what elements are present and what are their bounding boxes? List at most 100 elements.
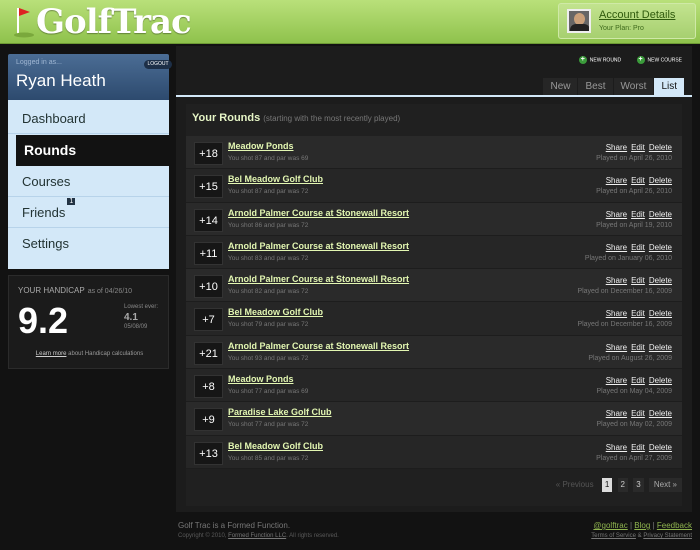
delete-link[interactable]: Delete xyxy=(649,143,672,152)
page-2-button[interactable]: 2 xyxy=(617,478,628,492)
score-diff-badge: +7 xyxy=(194,308,223,332)
share-link[interactable]: Share xyxy=(606,210,627,219)
sidebar-item-settings[interactable]: Settings xyxy=(8,228,169,259)
lowest-value: 4.1 xyxy=(124,312,138,323)
share-link[interactable]: Share xyxy=(606,409,627,418)
handicap-date: as of 04/26/10 xyxy=(87,288,133,295)
twitter-link[interactable]: @golftrac xyxy=(593,521,627,530)
learn-more-text: about Handicap calculations xyxy=(68,351,144,357)
new-round-button[interactable]: + NEW ROUND xyxy=(578,56,622,64)
edit-link[interactable]: Edit xyxy=(631,176,645,185)
course-link[interactable]: Arnold Palmer Course at Stonewall Resort xyxy=(228,208,409,218)
share-link[interactable]: Share xyxy=(606,176,627,185)
user-name: Ryan Heath xyxy=(16,71,106,90)
learn-more-link[interactable]: Learn more xyxy=(36,351,67,357)
sidebar-item-dashboard[interactable]: Dashboard xyxy=(8,103,169,134)
delete-link[interactable]: Delete xyxy=(649,409,672,418)
page-3-button[interactable]: 3 xyxy=(633,478,644,492)
row-actions: Share Edit Delete xyxy=(602,343,672,352)
panel-title-text: Your Rounds xyxy=(192,112,261,124)
terms-link[interactable]: Terms of Service xyxy=(591,533,636,539)
score-summary: You shot 77 and par was 69 xyxy=(228,388,309,396)
sidebar-item-courses[interactable]: Courses xyxy=(8,166,169,197)
course-link[interactable]: Meadow Ponds xyxy=(228,374,294,384)
played-date: Played on April 19, 2010 xyxy=(596,221,672,229)
logo-text: GolfTrac xyxy=(36,2,192,42)
view-tabs: New Best Worst List xyxy=(542,78,684,95)
share-link[interactable]: Share xyxy=(606,143,627,152)
tab-list[interactable]: List xyxy=(654,78,684,95)
tab-new[interactable]: New xyxy=(543,78,578,95)
delete-link[interactable]: Delete xyxy=(649,309,672,318)
delete-link[interactable]: Delete xyxy=(649,443,672,452)
table-row: +9 Paradise Lake Golf Club You shot 77 and… xyxy=(186,402,682,436)
share-link[interactable]: Share xyxy=(606,376,627,385)
sidebar-item-friends[interactable]: Friends1 xyxy=(8,197,169,228)
played-date: Played on April 26, 2010 xyxy=(596,188,672,196)
delete-link[interactable]: Delete xyxy=(649,276,672,285)
prev-page-button[interactable]: « Previous xyxy=(553,478,597,492)
delete-link[interactable]: Delete xyxy=(649,176,672,185)
account-box[interactable]: Account Details Your Plan: Pro xyxy=(558,3,696,39)
flag-icon xyxy=(14,8,34,38)
sidebar-item-rounds[interactable]: Rounds xyxy=(16,135,202,166)
sidebar-nav: Dashboard Rounds Courses Friends1 Settin… xyxy=(8,100,202,269)
score-summary: You shot 87 and par was 69 xyxy=(228,155,309,162)
tab-worst[interactable]: Worst xyxy=(613,78,654,95)
edit-link[interactable]: Edit xyxy=(631,243,645,252)
course-link[interactable]: Arnold Palmer Course at Stonewall Resort xyxy=(228,241,409,251)
course-link[interactable]: Meadow Ponds xyxy=(228,141,294,151)
edit-link[interactable]: Edit xyxy=(631,376,645,385)
edit-link[interactable]: Edit xyxy=(631,276,645,285)
lowest-label: Lowest ever: xyxy=(124,304,159,310)
account-details-link[interactable]: Account Details xyxy=(599,9,675,21)
delete-link[interactable]: Delete xyxy=(649,343,672,352)
learn-more: Learn more about Handicap calculations xyxy=(9,351,170,357)
footer-copyright: Copyright © 2010, Formed Function LLC. A… xyxy=(178,533,339,539)
tab-best[interactable]: Best xyxy=(578,78,613,95)
handicap-title: YOUR HANDICAP as of 04/26/10 xyxy=(18,286,132,295)
score-summary: You shot 83 and par was 72 xyxy=(228,254,309,262)
share-link[interactable]: Share xyxy=(606,243,627,252)
course-link[interactable]: Paradise Lake Golf Club xyxy=(228,407,332,417)
new-course-button[interactable]: + NEW COURSE xyxy=(636,56,682,64)
share-link[interactable]: Share xyxy=(606,343,627,352)
score-summary: You shot 85 and par was 72 xyxy=(228,454,309,462)
edit-link[interactable]: Edit xyxy=(631,409,645,418)
blog-link[interactable]: Blog xyxy=(634,521,650,530)
tab-divider xyxy=(176,95,692,97)
delete-link[interactable]: Delete xyxy=(649,210,672,219)
course-link[interactable]: Arnold Palmer Course at Stonewall Resort xyxy=(228,341,409,351)
new-round-label: NEW ROUND xyxy=(589,57,622,64)
played-date: Played on August 26, 2009 xyxy=(588,354,672,362)
course-link[interactable]: Bel Meadow Golf Club xyxy=(228,307,323,317)
delete-link[interactable]: Delete xyxy=(649,376,672,385)
course-link[interactable]: Arnold Palmer Course at Stonewall Resort xyxy=(228,274,409,284)
share-link[interactable]: Share xyxy=(606,443,627,452)
share-link[interactable]: Share xyxy=(606,309,627,318)
page-1-button[interactable]: 1 xyxy=(601,478,613,492)
course-link[interactable]: Bel Meadow Golf Club xyxy=(228,441,323,451)
privacy-link[interactable]: Privacy Statement xyxy=(643,533,692,539)
logout-button[interactable]: LOGOUT xyxy=(144,60,172,69)
edit-link[interactable]: Edit xyxy=(631,309,645,318)
edit-link[interactable]: Edit xyxy=(631,143,645,152)
copyright-post: . All rights reserved. xyxy=(286,533,339,539)
score-summary: You shot 87 and par was 72 xyxy=(228,188,309,196)
edit-link[interactable]: Edit xyxy=(631,443,645,452)
nav-label: Courses xyxy=(22,174,71,189)
next-page-button[interactable]: Next » xyxy=(648,478,682,492)
company-link[interactable]: Formed Function LLC xyxy=(228,533,286,539)
score-diff-badge: +8 xyxy=(194,375,223,399)
table-row: +7 Bel Meadow Golf Club You shot 79 and pa… xyxy=(186,302,682,336)
played-date: Played on May 04, 2009 xyxy=(596,388,673,396)
edit-link[interactable]: Edit xyxy=(631,210,645,219)
course-link[interactable]: Bel Meadow Golf Club xyxy=(228,174,323,184)
share-link[interactable]: Share xyxy=(606,276,627,285)
delete-link[interactable]: Delete xyxy=(649,243,672,252)
edit-link[interactable]: Edit xyxy=(631,343,645,352)
friends-count-badge: 1 xyxy=(67,198,76,205)
header-bar: GolfTrac Account Details Your Plan: Pro xyxy=(0,0,700,44)
table-row: +21 Arnold Palmer Course at Stonewall Res… xyxy=(186,335,682,370)
feedback-link[interactable]: Feedback xyxy=(657,521,692,530)
